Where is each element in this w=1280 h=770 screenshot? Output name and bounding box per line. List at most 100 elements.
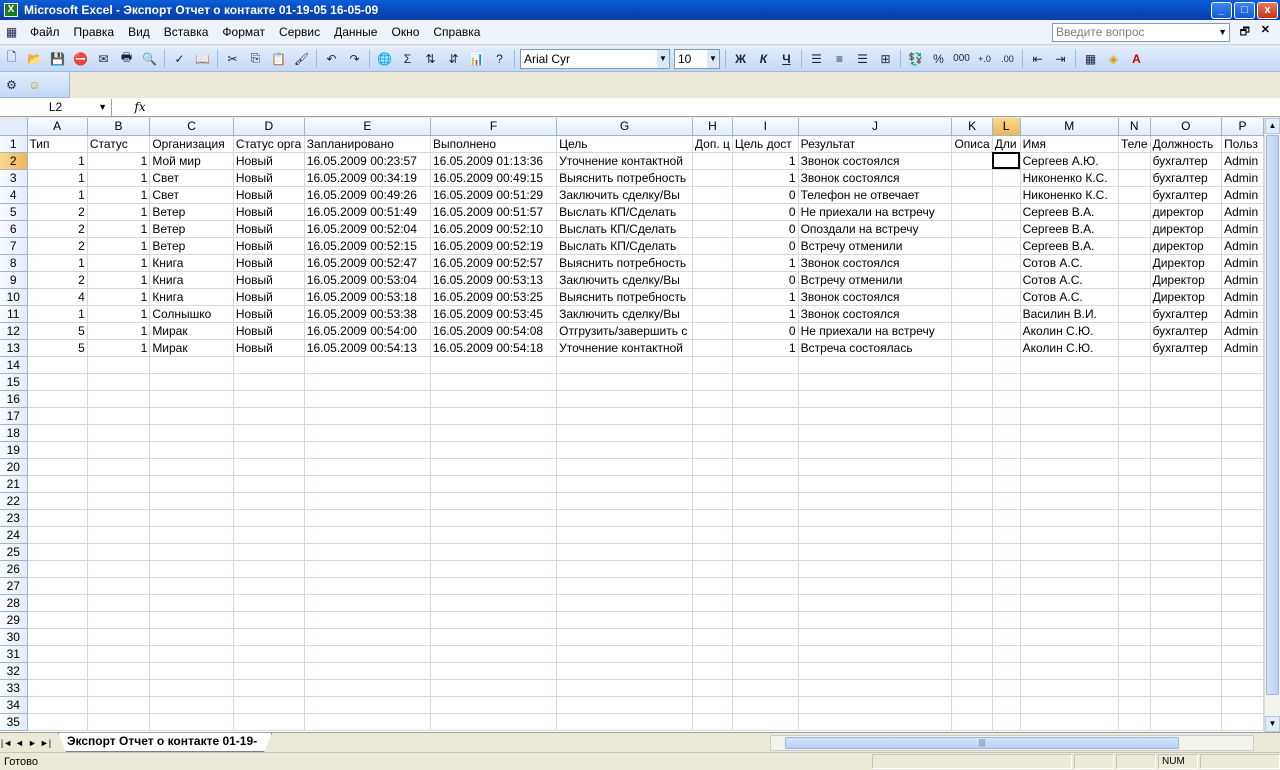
cell-j12[interactable]: Не приехали на встречу	[798, 322, 953, 340]
cell-m6[interactable]: Сергеев В.А.	[1020, 220, 1119, 238]
cell-n24[interactable]	[1118, 526, 1151, 544]
cell-i32[interactable]	[732, 662, 799, 680]
excel-app-icon[interactable]: X	[4, 3, 18, 17]
vertical-scrollbar[interactable]: ▲ ▼	[1264, 118, 1280, 732]
row-header[interactable]: 12	[0, 322, 28, 340]
row-header[interactable]: 14	[0, 356, 28, 374]
merge-center-icon[interactable]: ⊞	[875, 49, 896, 69]
cell-m23[interactable]	[1020, 509, 1119, 527]
cell-o34[interactable]	[1150, 696, 1223, 714]
cell-k29[interactable]	[951, 611, 993, 629]
column-header-g[interactable]: G	[556, 118, 693, 136]
first-sheet-icon[interactable]: |◄	[0, 738, 13, 748]
cell-g9[interactable]: Заключить сделку/Вы	[556, 271, 693, 289]
cell-h15[interactable]	[692, 373, 733, 391]
cell-g20[interactable]	[556, 458, 693, 476]
cell-b4[interactable]: 1	[87, 186, 151, 204]
column-header-h[interactable]: H	[692, 118, 733, 136]
cell-p18[interactable]	[1221, 424, 1264, 442]
row-header[interactable]: 10	[0, 288, 28, 306]
cell-a18[interactable]	[27, 424, 88, 442]
cell-c34[interactable]	[149, 696, 234, 714]
cell-c26[interactable]	[149, 560, 234, 578]
cell-p35[interactable]	[1221, 713, 1264, 731]
cell-a34[interactable]	[27, 696, 88, 714]
cell-k11[interactable]	[951, 305, 993, 323]
cell-h34[interactable]	[692, 696, 733, 714]
cell-n34[interactable]	[1118, 696, 1151, 714]
cell-o12[interactable]: бухгалтер	[1150, 322, 1223, 340]
cell-h18[interactable]	[692, 424, 733, 442]
cell-i15[interactable]	[732, 373, 799, 391]
cell-l18[interactable]	[992, 424, 1021, 442]
cell-p20[interactable]	[1221, 458, 1264, 476]
cell-i26[interactable]	[732, 560, 799, 578]
cell-m14[interactable]	[1020, 356, 1119, 374]
cell-c9[interactable]: Книга	[149, 271, 234, 289]
cell-c18[interactable]	[149, 424, 234, 442]
row-header[interactable]: 6	[0, 220, 28, 238]
function-icon[interactable]: fx	[112, 100, 168, 114]
cell-e29[interactable]	[304, 611, 431, 629]
cell-l27[interactable]	[992, 577, 1021, 595]
cell-k31[interactable]	[951, 645, 993, 663]
cell-f31[interactable]	[430, 645, 558, 663]
cell-f6[interactable]: 16.05.2009 00:52:10	[430, 220, 558, 238]
cell-o1[interactable]: Должность	[1150, 135, 1223, 153]
cell-d2[interactable]: Новый	[233, 152, 305, 170]
cell-l10[interactable]	[992, 288, 1021, 306]
cell-n22[interactable]	[1118, 492, 1151, 510]
cell-d18[interactable]	[233, 424, 305, 442]
cell-g7[interactable]: Выслать КП/Сделать	[556, 237, 693, 255]
cell-i23[interactable]	[732, 509, 799, 527]
cell-h1[interactable]: Доп. ц	[692, 135, 733, 153]
cell-c14[interactable]	[149, 356, 234, 374]
formula-input[interactable]	[168, 99, 1280, 116]
sort-ascending-icon[interactable]: ⇅	[420, 49, 441, 69]
cell-n14[interactable]	[1118, 356, 1151, 374]
cell-c17[interactable]	[149, 407, 234, 425]
cell-b11[interactable]: 1	[87, 305, 151, 323]
thousands-button[interactable]: 000	[951, 49, 972, 69]
cell-c11[interactable]: Солнышко	[149, 305, 234, 323]
cell-d8[interactable]: Новый	[233, 254, 305, 272]
cell-a19[interactable]	[27, 441, 88, 459]
cell-j19[interactable]	[798, 441, 953, 459]
cell-h13[interactable]	[692, 339, 733, 357]
cell-o28[interactable]	[1150, 594, 1223, 612]
cell-d3[interactable]: Новый	[233, 169, 305, 187]
cell-d17[interactable]	[233, 407, 305, 425]
cell-h10[interactable]	[692, 288, 733, 306]
cell-c32[interactable]	[149, 662, 234, 680]
cell-a5[interactable]: 2	[27, 203, 88, 221]
cell-g35[interactable]	[556, 713, 693, 731]
cell-a26[interactable]	[27, 560, 88, 578]
cell-p13[interactable]: Admin	[1221, 339, 1264, 357]
cell-h11[interactable]	[692, 305, 733, 323]
cell-c30[interactable]	[149, 628, 234, 646]
row-header[interactable]: 15	[0, 373, 28, 391]
cell-e5[interactable]: 16.05.2009 00:51:49	[304, 203, 431, 221]
cell-h9[interactable]	[692, 271, 733, 289]
cell-j32[interactable]	[798, 662, 953, 680]
cell-d34[interactable]	[233, 696, 305, 714]
cell-k2[interactable]	[951, 152, 993, 170]
cell-l7[interactable]	[992, 237, 1021, 255]
cell-j28[interactable]	[798, 594, 953, 612]
cell-i14[interactable]	[732, 356, 799, 374]
cell-k35[interactable]	[951, 713, 993, 731]
cell-m29[interactable]	[1020, 611, 1119, 629]
font-name-select[interactable]: Arial Cyr ▼	[520, 48, 670, 69]
cell-e32[interactable]	[304, 662, 431, 680]
cell-b13[interactable]: 1	[87, 339, 151, 357]
cell-j1[interactable]: Результат	[798, 135, 953, 153]
cell-k34[interactable]	[951, 696, 993, 714]
cell-e12[interactable]: 16.05.2009 00:54:00	[304, 322, 431, 340]
cell-j33[interactable]	[798, 679, 953, 697]
cell-p34[interactable]	[1221, 696, 1264, 714]
decrease-decimal-icon[interactable]: .00	[997, 49, 1018, 69]
cell-i7[interactable]: 0	[732, 237, 799, 255]
cell-f14[interactable]	[430, 356, 558, 374]
cell-a14[interactable]	[27, 356, 88, 374]
decrease-indent-icon[interactable]: ⇤	[1027, 49, 1048, 69]
